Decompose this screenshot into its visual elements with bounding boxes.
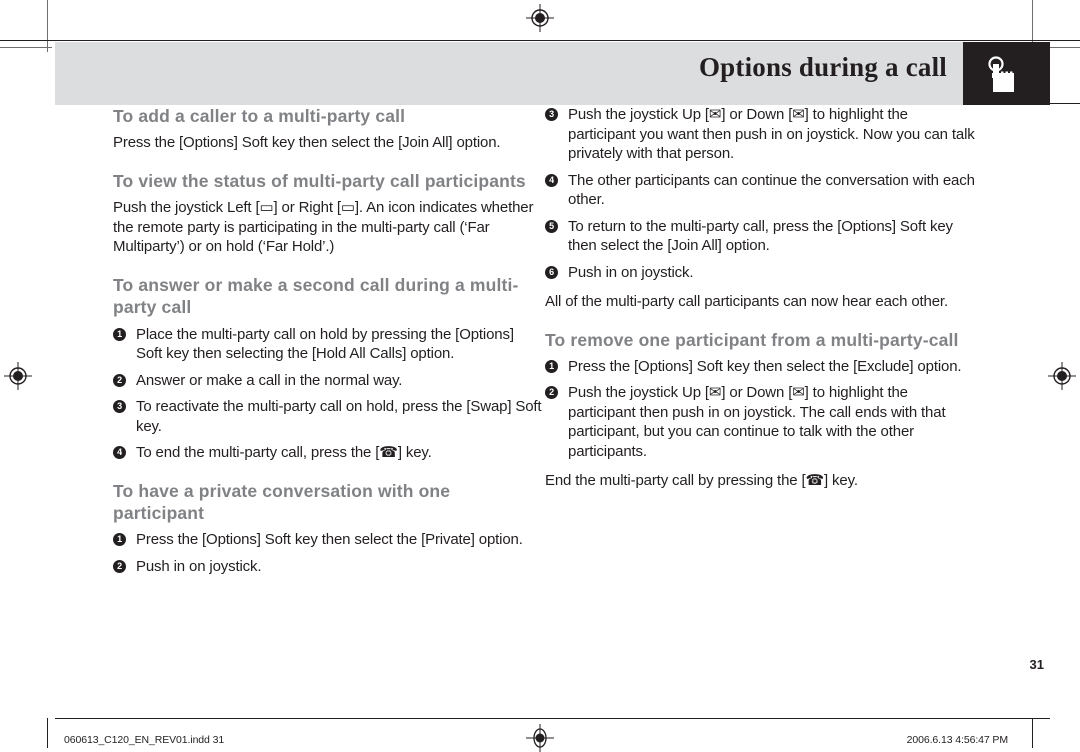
manual-page: Options during a call To add a caller to…: [0, 40, 1080, 710]
step-text: Push the joystick Up [✉] or Down [✉] to …: [568, 384, 946, 460]
list-item: 2 Push in on joystick.: [113, 557, 543, 577]
page-number: 31: [1029, 657, 1044, 672]
body-columns: To add a caller to a multi-party call Pr…: [55, 105, 1050, 710]
section-heading-view-status: To view the status of multi-party call p…: [113, 170, 526, 191]
header-edge-rule: [1050, 103, 1080, 104]
section-body-view-status: Push the joystick Left [▭] or Right [▭].…: [113, 199, 534, 256]
list-item: 1 Press the [Options] Soft key then sele…: [113, 530, 543, 550]
step-text: Push the joystick Up [✉] or Down [✉] to …: [568, 106, 975, 162]
step-number-badge: 1: [113, 327, 126, 341]
right-column: 3 Push the joystick Up [✉] or Down [✉] t…: [545, 105, 975, 500]
step-number-badge: 3: [545, 108, 558, 121]
section-heading-add-caller: To add a caller to a multi-party call: [113, 106, 406, 126]
step-text: Press the [Options] Soft key then select…: [568, 357, 962, 375]
page-header-band: Options during a call: [55, 42, 1080, 105]
registration-mark-right: [1048, 362, 1076, 390]
paragraph-end-multiparty-call: End the multi-party call by pressing the…: [545, 472, 858, 490]
step-number-badge: 2: [113, 559, 126, 573]
step-text: Press the [Options] Soft key then select…: [136, 531, 523, 549]
step-number-badge: 4: [545, 173, 558, 187]
list-item: 1 Place the multi-party call on hold by …: [113, 325, 543, 364]
step-number-badge: 4: [113, 446, 126, 460]
section-body-add-caller: Press the [Options] Soft key then select…: [113, 134, 501, 152]
steps-second-call: 1 Place the multi-party call on hold by …: [113, 325, 543, 463]
registration-mark-left: [4, 362, 32, 390]
step-text: Answer or make a call in the normal way.: [136, 371, 403, 389]
crop-mark-top-left-vertical: [47, 0, 48, 52]
registration-mark-bottom: [526, 724, 554, 752]
footer-timestamp: 2006.6.13 4:56:47 PM: [906, 734, 1008, 746]
step-text: To end the multi-party call, press the […: [136, 444, 432, 462]
step-number-badge: 5: [545, 219, 558, 233]
list-item: 4 The other participants can continue th…: [545, 171, 975, 210]
left-column: To add a caller to a multi-party call Pr…: [113, 105, 543, 586]
list-item: 2 Answer or make a call in the normal wa…: [113, 371, 543, 391]
step-number-badge: 3: [113, 400, 126, 414]
step-text: Push in on joystick.: [568, 263, 694, 281]
step-number-badge: 1: [113, 533, 126, 547]
footer-rule: [55, 718, 1050, 719]
hand-press-icon: [988, 56, 1014, 92]
steps-private-conversation: 1 Press the [Options] Soft key then sele…: [113, 530, 543, 576]
list-item: 4 To end the multi-party call, press the…: [113, 443, 543, 463]
section-heading-remove-participant: To remove one participant from a multi-p…: [545, 329, 959, 350]
list-item: 3 To reactivate the multi-party call on …: [113, 397, 543, 436]
section-heading-second-call: To answer or make a second call during a…: [113, 274, 519, 318]
steps-private-conversation-continued: 3 Push the joystick Up [✉] or Down [✉] t…: [545, 105, 975, 282]
crop-mark-top-left-horizontal: [0, 47, 52, 48]
step-number-badge: 6: [545, 265, 558, 279]
footer-tick-right: [1032, 718, 1033, 748]
step-text: Place the multi-party call on hold by pr…: [136, 325, 514, 363]
list-item: 2 Push the joystick Up [✉] or Down [✉] t…: [545, 383, 975, 461]
list-item: 1 Press the [Options] Soft key then sele…: [545, 357, 975, 377]
step-text: The other participants can continue the …: [568, 171, 975, 209]
list-item: 5 To return to the multi-party call, pre…: [545, 217, 975, 256]
step-text: Push in on joystick.: [136, 557, 262, 575]
step-number-badge: 2: [113, 373, 126, 387]
footer-tick-left: [47, 718, 48, 748]
step-text: To return to the multi-party call, press…: [568, 217, 953, 255]
page-title: Options during a call: [698, 52, 947, 82]
section-heading-private-conversation: To have a private conversation with one …: [113, 480, 451, 523]
step-number-badge: 2: [545, 386, 558, 400]
paragraph-all-participants-hear: All of the multi-party call participants…: [545, 293, 948, 310]
print-footer: 060613_C120_EN_REV01.indd 31 2006.6.13 4…: [0, 718, 1080, 752]
registration-mark-top: [526, 4, 554, 32]
step-text: To reactivate the multi-party call on ho…: [136, 398, 542, 435]
step-number-badge: 1: [545, 359, 558, 373]
steps-remove-participant: 1 Press the [Options] Soft key then sele…: [545, 357, 975, 462]
list-item: 6 Push in on joystick.: [545, 263, 975, 283]
header-icon-box: [963, 42, 1050, 105]
list-item: 3 Push the joystick Up [✉] or Down [✉] t…: [545, 105, 975, 164]
header-top-rule: [0, 40, 1080, 41]
footer-filename: 060613_C120_EN_REV01.indd 31: [64, 734, 225, 746]
